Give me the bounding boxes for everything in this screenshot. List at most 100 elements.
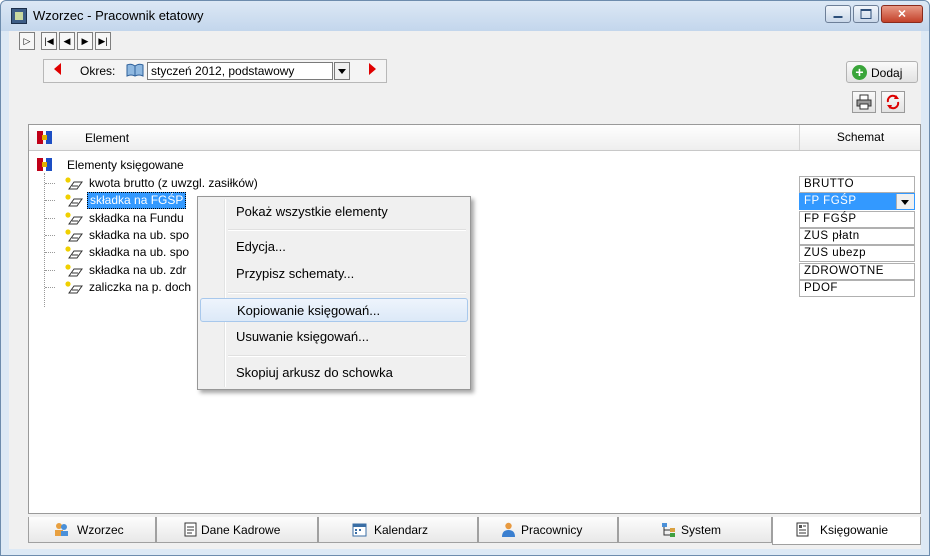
minimize-icon <box>833 16 843 18</box>
tree-item-label: składka na FGŚP <box>87 192 187 209</box>
menu-separator <box>228 355 466 357</box>
first-record-icon: ▷ <box>23 36 31 46</box>
schemat-value: FP FGŚP <box>804 195 857 207</box>
elements-grid: Element Schemat Elementy księgowane kwot… <box>28 124 921 514</box>
tree-item-label: kwota brutto (z uwzgl. zasiłków) <box>89 176 258 190</box>
okres-label: Okres: <box>80 64 116 78</box>
menu-item-delete-postings[interactable]: Usuwanie księgowań... <box>200 325 468 349</box>
window-controls: ✕ <box>823 5 923 23</box>
okres-bar: Okres: styczeń 2012, podstawowy <box>43 59 387 83</box>
okres-select[interactable]: styczeń 2012, podstawowy <box>147 62 333 80</box>
hierarchy-icon <box>662 523 675 537</box>
schemat-value: PDOF <box>804 282 838 294</box>
tree-connector <box>45 270 55 271</box>
elements-flag-icon <box>37 131 52 144</box>
close-icon: ✕ <box>897 8 907 21</box>
maximize-icon <box>860 9 872 19</box>
last-icon: ▶| <box>98 36 108 46</box>
people-icon <box>55 523 68 536</box>
main-window: Wzorzec - Pracownik etatowy ✕ ▷ |◀ ◀ ▶ ▶… <box>0 0 930 556</box>
refresh-icon <box>886 94 900 110</box>
column-header-schemat[interactable]: Schemat <box>799 125 921 150</box>
document-icon <box>184 522 197 537</box>
print-button[interactable] <box>852 91 876 113</box>
prev-icon: ◀ <box>63 36 71 46</box>
first-record-button[interactable]: ▷ <box>19 32 35 50</box>
minimize-button[interactable] <box>825 5 851 23</box>
schemat-cell[interactable]: ZUS płatn <box>799 228 915 245</box>
maximize-button[interactable] <box>853 5 879 23</box>
tab-bar: Wzorzec Dane Kadrowe Kalendarz Pracownic… <box>28 517 921 545</box>
element-icon <box>65 229 83 242</box>
add-button-label: Dodaj <box>871 66 903 80</box>
chevron-down-icon[interactable] <box>896 194 914 209</box>
context-menu: Pokaż wszystkie elementy Edycja... Przyp… <box>197 196 471 390</box>
schemat-value: ZUS płatn <box>804 230 860 242</box>
element-icon <box>65 212 83 225</box>
next-period-icon[interactable] <box>369 63 376 75</box>
schemat-value: ZDROWOTNE <box>804 265 884 277</box>
close-button[interactable]: ✕ <box>881 5 923 23</box>
tree-connector <box>45 218 55 219</box>
element-icon <box>65 264 83 277</box>
schemat-value: FP FGŚP <box>804 213 857 225</box>
menu-gutter <box>224 199 226 387</box>
title-bar[interactable]: Wzorzec - Pracownik etatowy ✕ <box>1 1 929 31</box>
tree-connector <box>45 200 55 201</box>
column-header-element[interactable]: Element <box>85 131 129 145</box>
window-title: Wzorzec - Pracownik etatowy <box>33 8 204 23</box>
element-icon <box>65 177 83 190</box>
app-icon <box>11 8 27 24</box>
schemat-cell[interactable]: ZDROWOTNE <box>799 263 915 280</box>
schemat-cell[interactable]: BRUTTO <box>799 176 915 193</box>
tree-root-label[interactable]: Elementy księgowane <box>67 158 184 172</box>
last-button[interactable]: ▶| <box>95 32 111 50</box>
book-icon <box>126 63 144 77</box>
tab-kalendarz[interactable]: Kalendarz <box>318 517 478 543</box>
schemat-value: BRUTTO <box>804 178 855 190</box>
root-flag-icon <box>37 158 52 171</box>
calendar-icon <box>352 523 367 537</box>
okres-dropdown-button[interactable] <box>334 62 350 80</box>
first-icon: |◀ <box>44 36 54 46</box>
refresh-button[interactable] <box>881 91 905 113</box>
element-icon <box>65 246 83 259</box>
menu-item-edit[interactable]: Edycja... <box>200 235 468 259</box>
tree-connector <box>45 252 55 253</box>
schemat-cell[interactable]: FP FGŚP <box>799 211 915 228</box>
menu-item-copy-sheet[interactable]: Skopiuj arkusz do schowka <box>200 361 468 385</box>
menu-item-show-all[interactable]: Pokaż wszystkie elementy <box>200 200 468 224</box>
tab-wzorzec[interactable]: Wzorzec <box>28 517 156 543</box>
tree-connector <box>45 183 55 184</box>
tab-pracownicy[interactable]: Pracownicy <box>478 517 618 543</box>
tree-connector <box>45 287 55 288</box>
schemat-dropdown[interactable]: FP FGŚP <box>799 193 915 210</box>
grid-header: Element Schemat <box>29 125 920 151</box>
tree-item-label: składka na ub. spo <box>89 228 190 242</box>
tree-item-label: składka na ub. zdr <box>89 263 187 277</box>
tree-item-label: składka na ub. spo <box>89 245 190 259</box>
tab-ksiegowanie[interactable]: Księgowanie <box>772 517 921 545</box>
person-icon <box>502 522 515 537</box>
ledger-icon <box>796 522 809 537</box>
tree-connector <box>45 235 55 236</box>
menu-separator <box>228 229 466 231</box>
menu-separator <box>228 292 466 294</box>
first-button[interactable]: |◀ <box>41 32 57 50</box>
printer-icon <box>856 94 872 110</box>
next-icon: ▶ <box>81 36 89 46</box>
add-button[interactable]: + Dodaj <box>846 61 918 83</box>
tab-dane-kadrowe[interactable]: Dane Kadrowe <box>156 517 318 543</box>
tree-item-label: składka na Fundu <box>89 211 184 225</box>
schemat-cell[interactable]: ZUS ubezp <box>799 245 915 262</box>
plus-icon: + <box>852 65 867 80</box>
prev-button[interactable]: ◀ <box>59 32 75 50</box>
tree-item-label: zaliczka na p. doch <box>89 280 192 294</box>
prev-period-icon[interactable] <box>54 63 61 75</box>
element-icon <box>65 194 83 207</box>
menu-item-copy-postings[interactable]: Kopiowanie księgowań... <box>200 298 468 322</box>
tab-system[interactable]: System <box>618 517 772 543</box>
menu-item-assign-schemes[interactable]: Przypisz schematy... <box>200 262 468 286</box>
next-button[interactable]: ▶ <box>77 32 93 50</box>
schemat-cell[interactable]: PDOF <box>799 280 915 297</box>
